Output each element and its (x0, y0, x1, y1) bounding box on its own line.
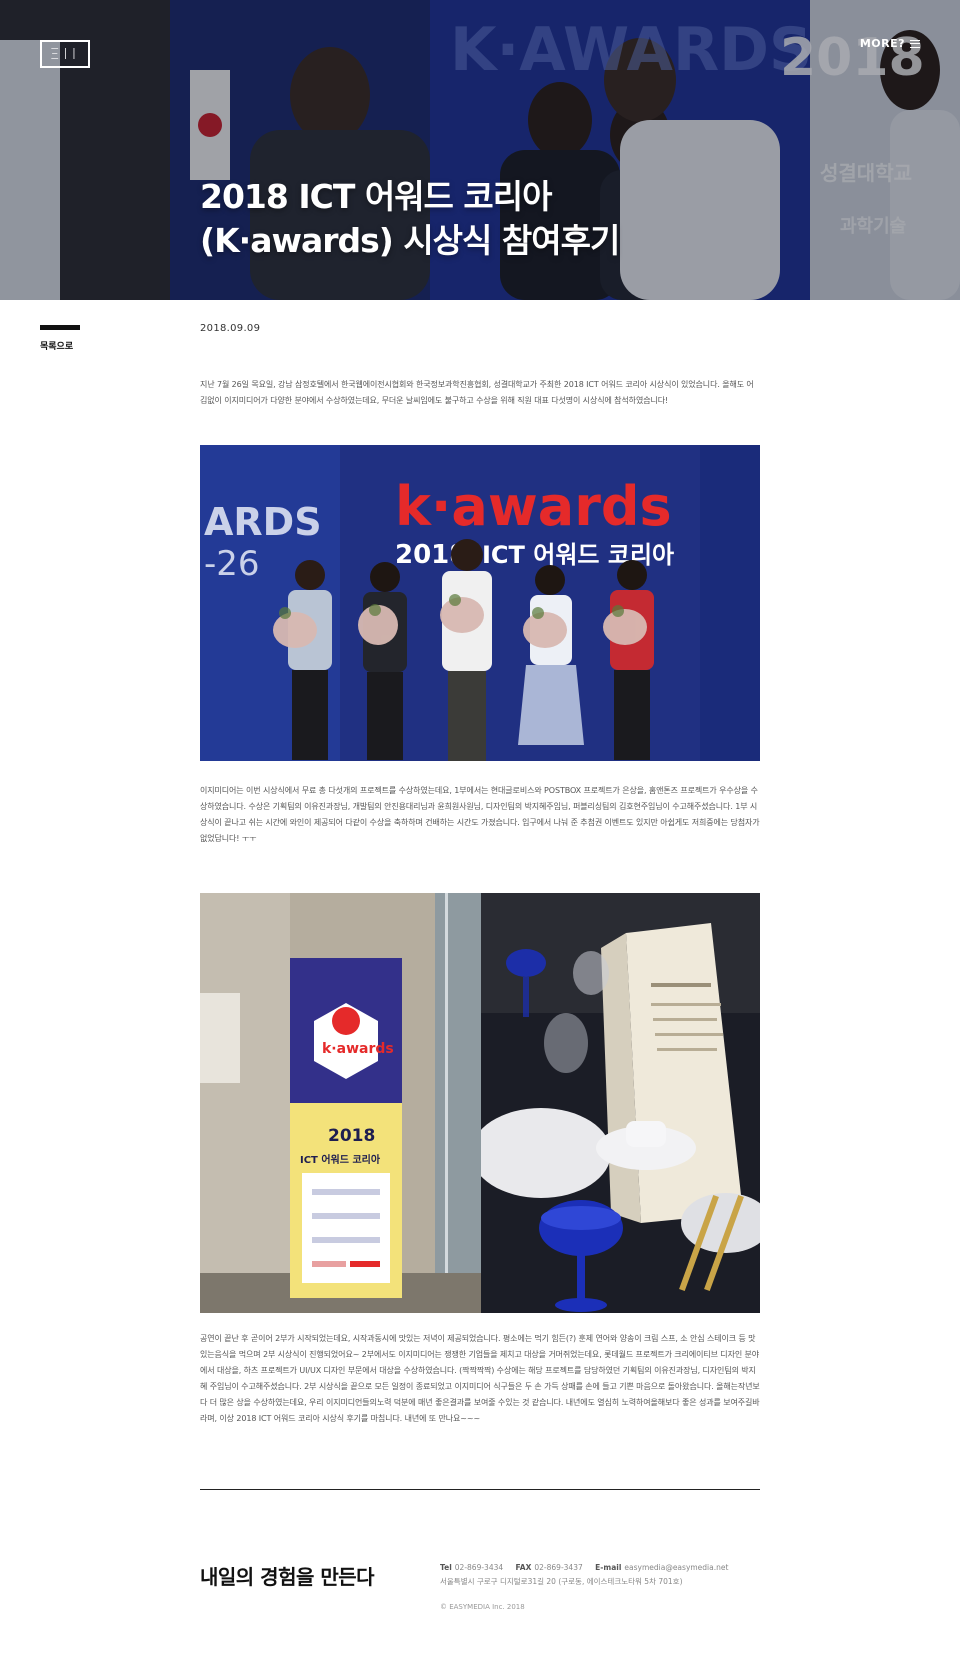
footer-contact-line: Tel 02-869-3434 FAX 02-869-3437 E-mail easy… (440, 1561, 728, 1575)
email-label: E-mail (595, 1563, 622, 1572)
logo-text: ΞΙΙ (49, 45, 81, 63)
dinner-table-photo (481, 893, 760, 1313)
article-paragraph-3: 공연이 끝난 후 곧이어 2부가 시작되었는데요, 시작과동시에 맛있는 저녁이… (200, 1334, 760, 1423)
footer-slogan: 내일의 경험을 만든다 (200, 1565, 375, 1589)
dinner-scene (481, 893, 760, 1313)
fax-value: 02-869-3437 (534, 1563, 583, 1572)
copyright: © EASYMEDIA Inc. 2018 (440, 1603, 525, 1611)
banner-brand: k·awards (395, 475, 672, 538)
back-to-list-link[interactable]: 목록으로 (40, 339, 73, 352)
more-menu-button[interactable]: MORE? (860, 37, 920, 50)
stand-year: 2018 (328, 1126, 375, 1146)
svg-text:-26: -26 (204, 544, 260, 584)
post-date: 2018.09.09 (200, 323, 261, 334)
svg-text:ARDS: ARDS (204, 500, 322, 544)
hero-banner: K·AWARDS 2018 성결대학교 과학기술 ΞΙΙ MORE? 2018 … (0, 0, 960, 300)
title-line-2: (K·awards) 시상식 참여후기 (200, 221, 620, 260)
tel-value: 02-869-3434 (454, 1563, 504, 1572)
standee-scene: k·awards 2018 ICT 어워드 코리아 (200, 893, 481, 1313)
stand-title: ICT 어워드 코리아 (300, 1153, 381, 1166)
title-line-1: 2018 ICT 어워드 코리아 (200, 177, 552, 216)
footer-contact: Tel 02-869-3434 FAX 02-869-3437 E-mail easy… (440, 1561, 728, 1589)
award-photo-scene: ARDS -26 k·awards 2018 ICT 어워드 코리아 (200, 445, 760, 761)
award-group-photo: ARDS -26 k·awards 2018 ICT 어워드 코리아 (200, 445, 760, 761)
tel-label: Tel (440, 1563, 452, 1572)
article-paragraph-1: 지난 7월 26일 목요일, 강남 삼정호텔에서 한국웹에이전시협회와 한국정보… (200, 380, 754, 405)
hamburger-icon (910, 39, 920, 48)
page-title: 2018 ICT 어워드 코리아 (K·awards) 시상식 참여후기 (200, 175, 620, 263)
footer-address: 서울특별시 구로구 디지털로31길 20 (구로동, 에이스테크노타워 5차 7… (440, 1577, 683, 1586)
event-standee-photo: k·awards 2018 ICT 어워드 코리아 (200, 893, 481, 1313)
email-link[interactable]: easymedia@easymedia.net (624, 1563, 728, 1572)
site-logo[interactable]: ΞΙΙ (40, 40, 90, 68)
banner-subtitle: ICT 어워드 코리아 (482, 541, 674, 569)
more-label: MORE? (859, 37, 905, 50)
article-paragraph-2: 이지미디어는 이번 시상식에서 무료 총 다섯개의 프로젝트를 수상하였는데요,… (200, 786, 760, 843)
content-divider (200, 1489, 760, 1490)
fax-label: FAX (515, 1563, 532, 1572)
side-accent-bar (40, 325, 80, 330)
stand-logo: k·awards (322, 1041, 394, 1057)
